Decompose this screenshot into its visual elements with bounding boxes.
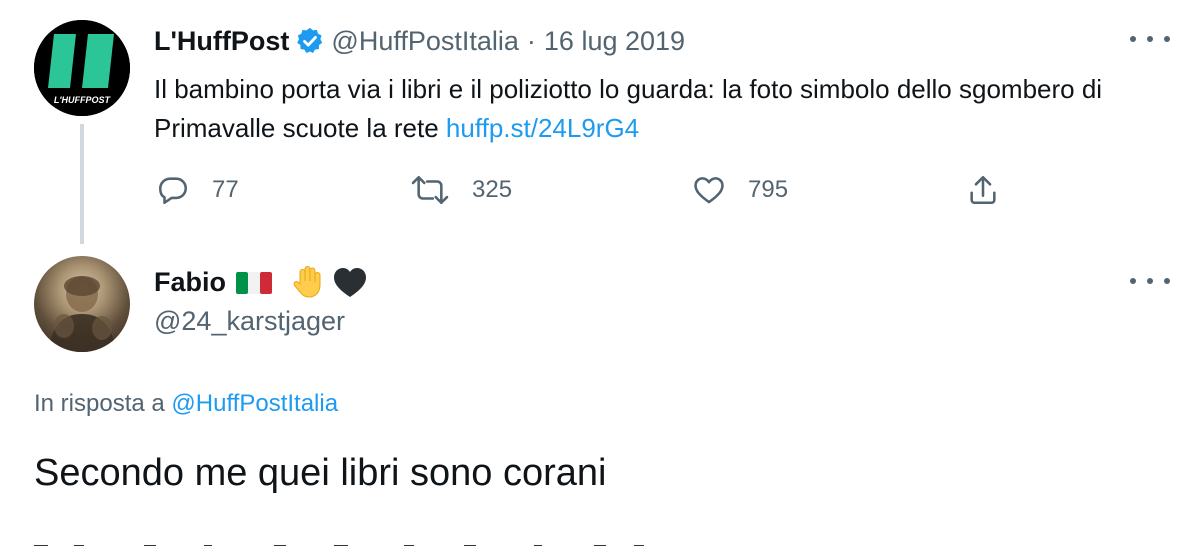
truncated-next-line [34, 536, 734, 546]
more-options-icon[interactable] [1130, 32, 1170, 46]
reply-header: Fabio [154, 262, 374, 302]
header-separator: · [526, 25, 536, 56]
reply-more-options-icon[interactable] [1130, 274, 1170, 288]
huffpost-logo-text: L'HUFFPOST [54, 95, 112, 105]
like-icon [694, 177, 724, 204]
huffpost-avatar[interactable]: L'HUFFPOST [34, 20, 130, 116]
reply-icon [158, 177, 188, 205]
share-icon [970, 175, 996, 205]
reply-action[interactable]: 77 [156, 172, 239, 208]
retweet-count: 325 [472, 176, 513, 203]
italy-flag-icon [236, 264, 272, 300]
like-count: 795 [748, 176, 789, 203]
reply-tweet-text: Secondo me quei libri sono corani [34, 452, 607, 494]
tweet-date[interactable]: 16 lug 2019 [544, 26, 685, 57]
fabio-avatar[interactable] [34, 256, 130, 352]
retweet-action[interactable]: 325 [410, 172, 512, 208]
original-author-name[interactable]: L'HuffPost [154, 26, 289, 57]
raised-hand-icon [290, 264, 326, 300]
original-tweet-header: L'HuffPost @HuffPostItalia · 16 lug 2019 [154, 24, 685, 58]
verified-badge-icon [295, 26, 325, 56]
reply-author-name[interactable]: Fabio [154, 267, 226, 298]
huffpost-logo-icon: L'HUFFPOST [34, 20, 130, 116]
avatar-image [48, 276, 116, 352]
original-tweet-text: Il bambino porta via i libri e il polizi… [154, 70, 1154, 148]
reply-author-handle[interactable]: @24_karstjager [154, 306, 345, 337]
black-heart-icon [332, 264, 368, 300]
share-action[interactable] [966, 172, 1000, 208]
retweet-icon [411, 175, 449, 205]
like-action[interactable]: 795 [692, 172, 788, 208]
thread-connector-line [80, 124, 84, 244]
in-reply-handle-link[interactable]: @HuffPostItalia [171, 390, 338, 417]
reply-count: 77 [212, 176, 239, 203]
in-reply-to: In risposta a @HuffPostItalia [34, 390, 338, 418]
in-reply-prefix: In risposta a [34, 390, 165, 417]
original-author-handle[interactable]: @HuffPostItalia [331, 26, 519, 57]
tweet-link[interactable]: huffp.st/24L9rG4 [446, 113, 639, 143]
